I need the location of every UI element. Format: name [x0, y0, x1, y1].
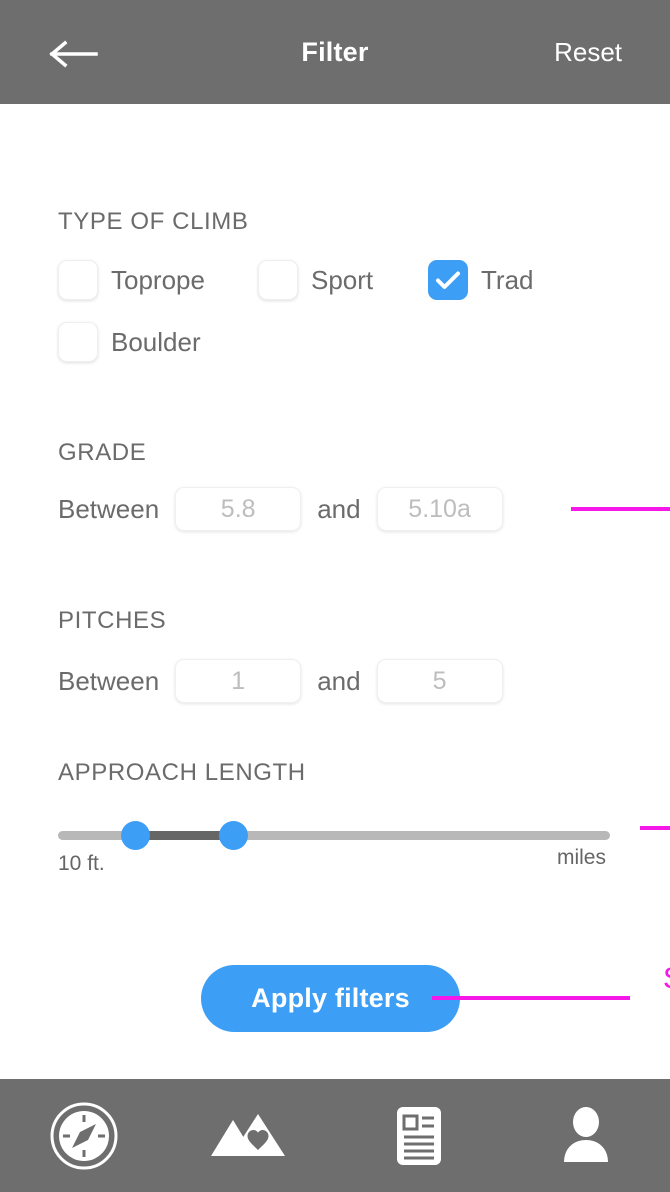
nav-item-profile[interactable] — [503, 1079, 670, 1192]
pitches-range-row: Between and — [58, 659, 519, 703]
slider-max-label: miles — [556, 846, 606, 869]
reset-button[interactable]: Reset — [554, 0, 622, 104]
check-icon — [435, 270, 461, 290]
bottom-navigation — [0, 1079, 670, 1192]
grade-range-row: Between and — [58, 487, 519, 531]
pitches-between-label: Between — [58, 665, 160, 696]
filter-screen: Filter Reset TYPE OF CLIMB Toprope Sport — [0, 0, 670, 1192]
checkbox-trad[interactable] — [428, 260, 468, 300]
person-icon — [558, 1105, 614, 1167]
checkbox-toprope[interactable] — [58, 260, 98, 300]
article-icon — [395, 1105, 443, 1167]
nav-item-explore[interactable] — [0, 1079, 168, 1192]
checkbox-item-toprope[interactable]: Toprope — [58, 260, 258, 300]
annotation-line-slider — [640, 826, 670, 830]
checkbox-boulder[interactable] — [58, 322, 98, 362]
grade-max-input[interactable] — [376, 487, 503, 531]
annotation-callout-text: S — [663, 962, 670, 996]
checkbox-item-sport[interactable]: Sport — [258, 260, 428, 300]
climb-type-row-1: Toprope Sport Trad — [58, 260, 534, 300]
filter-content: TYPE OF CLIMB Toprope Sport Trad Boulder… — [0, 104, 670, 1079]
climb-type-row-2: Boulder — [58, 322, 201, 362]
mountain-heart-icon — [211, 1106, 291, 1166]
grade-between-label: Between — [58, 493, 160, 524]
pitches-max-input[interactable] — [376, 659, 503, 703]
app-header: Filter Reset — [0, 0, 670, 104]
pitches-min-input[interactable] — [175, 659, 302, 703]
pitches-and-label: and — [317, 665, 361, 696]
apply-filters-button[interactable]: Apply filters — [201, 965, 460, 1032]
nav-item-saved[interactable] — [168, 1079, 336, 1192]
checkbox-sport[interactable] — [258, 260, 298, 300]
checkbox-label-trad: Trad — [481, 264, 534, 295]
grade-min-input[interactable] — [175, 487, 302, 531]
section-title-grade: GRADE — [58, 439, 147, 466]
compass-icon — [48, 1100, 120, 1172]
grade-and-label: and — [317, 493, 361, 524]
section-title-type-of-climb: TYPE OF CLIMB — [58, 208, 249, 235]
checkbox-label-sport: Sport — [311, 264, 374, 295]
checkbox-item-boulder[interactable]: Boulder — [58, 322, 201, 362]
checkbox-label-toprope: Toprope — [111, 264, 205, 295]
section-title-approach-length: APPROACH LENGTH — [58, 759, 306, 786]
annotation-line-apply — [432, 996, 630, 1000]
checkbox-label-boulder: Boulder — [111, 326, 201, 357]
checkbox-item-trad[interactable]: Trad — [428, 260, 534, 300]
section-title-pitches: PITCHES — [58, 607, 167, 634]
annotation-line-grade — [571, 507, 670, 511]
nav-item-news[interactable] — [335, 1079, 503, 1192]
